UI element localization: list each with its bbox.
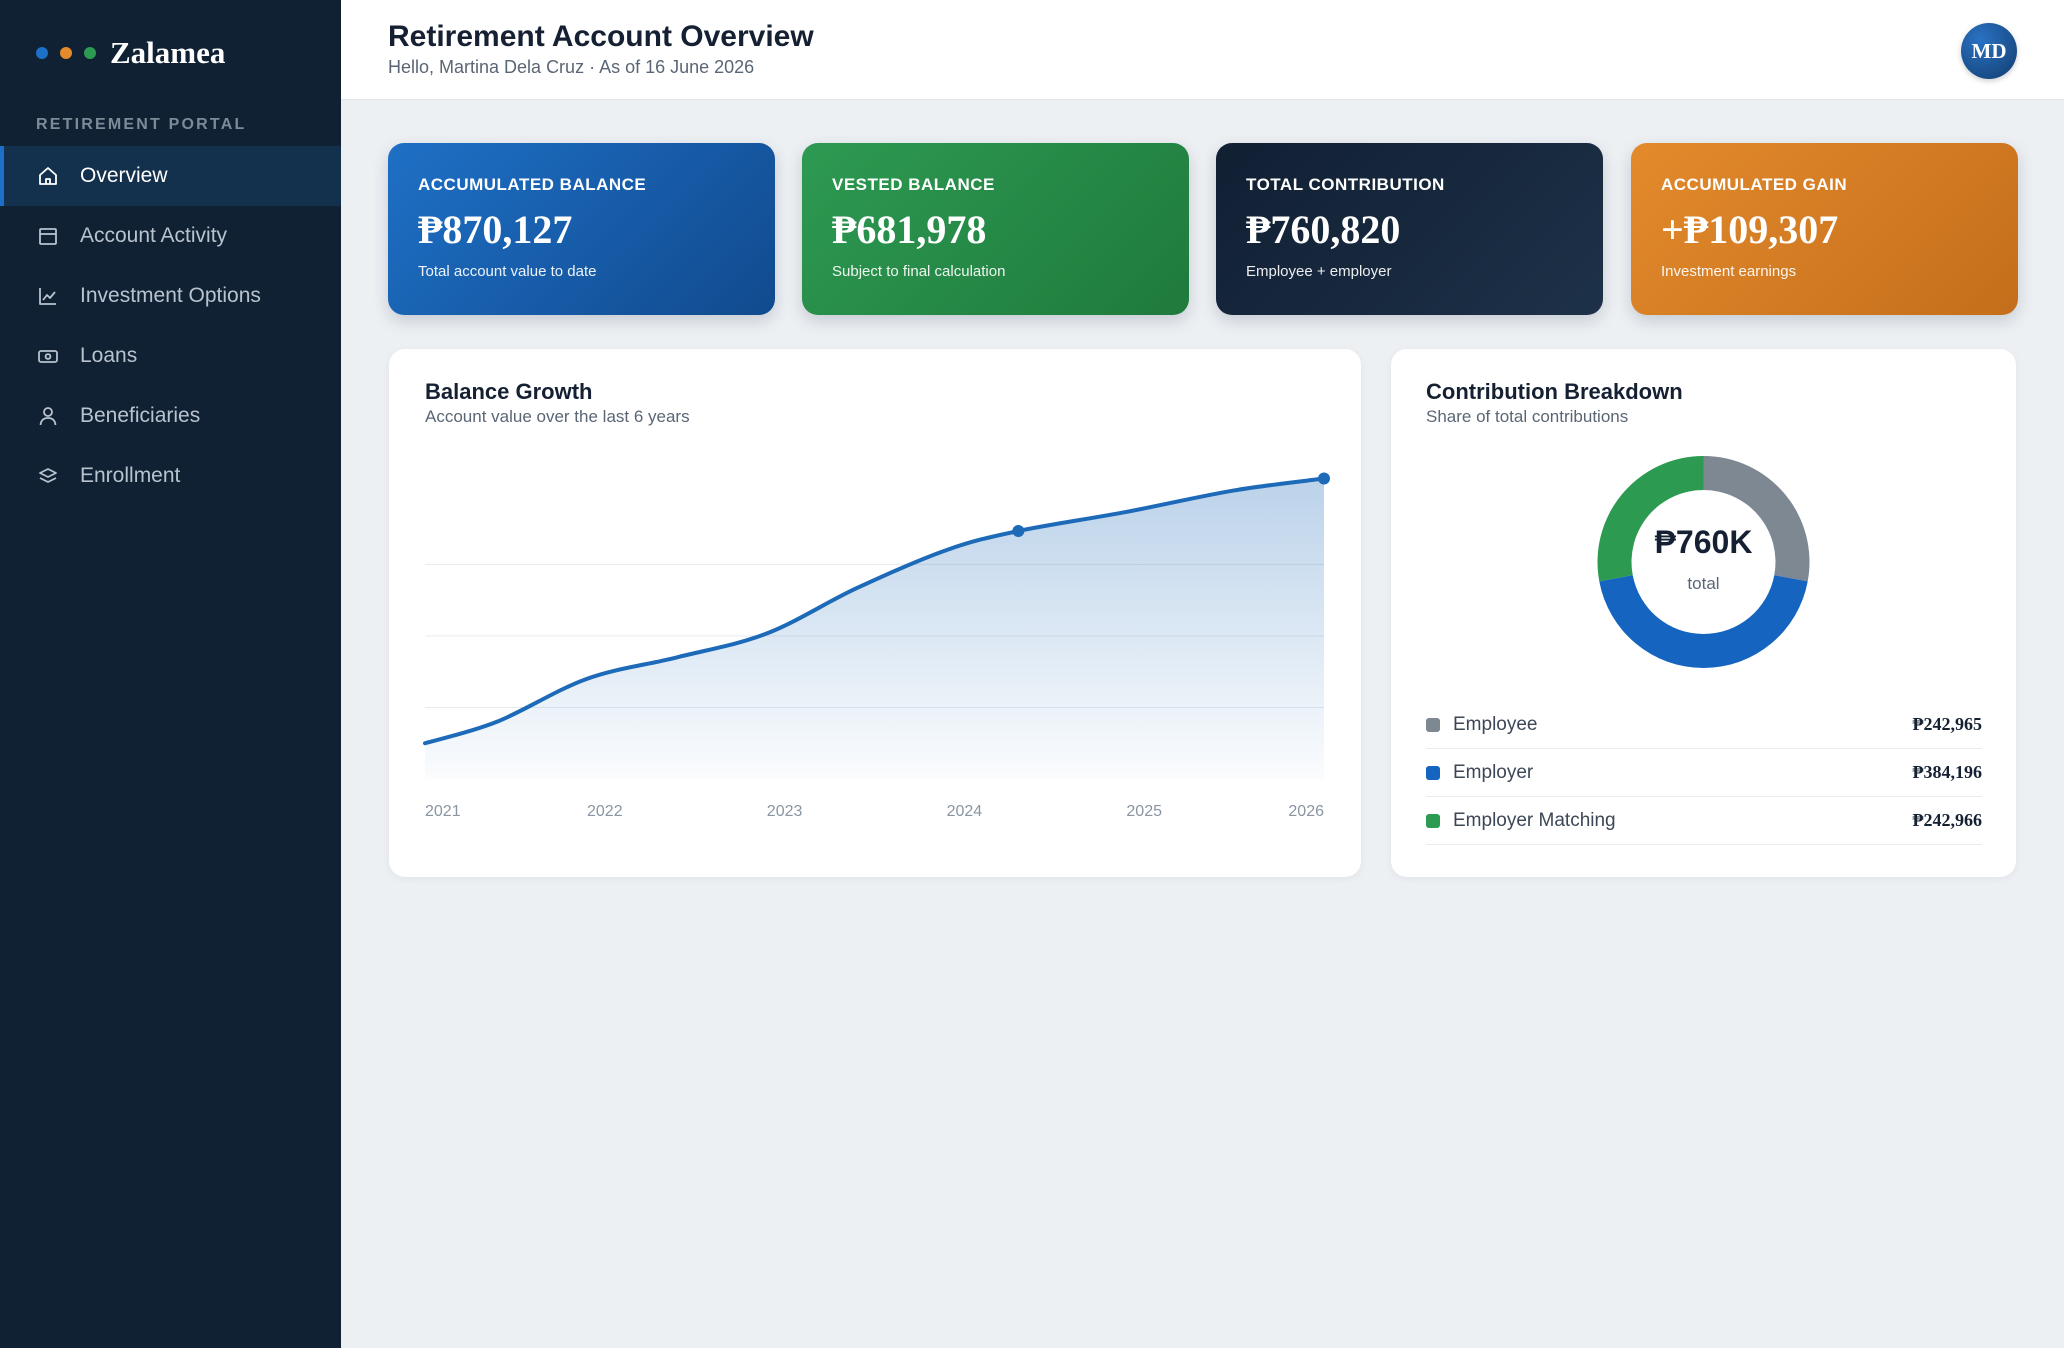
balance-growth-subtitle: Account value over the last 6 years bbox=[425, 407, 690, 426]
stat-card-value: ₱870,127 bbox=[418, 207, 573, 252]
legend-item-employer-matching: Employer Matching ₱242,966 bbox=[1426, 797, 1982, 845]
sidebar-item-label: Loans bbox=[80, 344, 138, 367]
balance-growth-chart: 2021 2022 2023 2024 2025 2026 bbox=[423, 472, 1330, 820]
sidebar-item-enrollment[interactable]: Enrollment bbox=[0, 446, 341, 506]
sidebar-item-label: Account Activity bbox=[80, 224, 228, 247]
growth-area-fill bbox=[425, 478, 1324, 779]
sidebar-item-label: Investment Options bbox=[80, 284, 261, 307]
brand-dot-blue bbox=[36, 47, 48, 59]
stat-card-caption: Employee + employer bbox=[1246, 263, 1392, 280]
legend-swatch bbox=[1426, 813, 1440, 828]
legend-item-employee: Employee ₱242,965 bbox=[1426, 701, 1982, 749]
stat-card-accumulated-gain[interactable]: ACCUMULATED GAIN +₱109,307 Investment ea… bbox=[1631, 143, 2018, 315]
stat-card-total-contribution[interactable]: TOTAL CONTRIBUTION ₱760,820 Employee + e… bbox=[1216, 143, 1603, 315]
contribution-donut-chart bbox=[1597, 456, 1810, 668]
layers-icon bbox=[39, 468, 57, 483]
legend-item-employer: Employer ₱384,196 bbox=[1426, 749, 1982, 797]
legend-label: Employer Matching bbox=[1453, 809, 1616, 831]
avatar[interactable]: MD bbox=[1961, 23, 2017, 79]
legend-swatch bbox=[1426, 717, 1440, 732]
sidebar-item-label: Beneficiaries bbox=[80, 404, 201, 427]
home-icon bbox=[39, 167, 57, 185]
legend-value: ₱242,965 bbox=[1912, 714, 1983, 734]
stat-card-vested-balance[interactable]: VESTED BALANCE ₱681,978 Subject to final… bbox=[802, 143, 1189, 315]
sidebar-item-beneficiaries[interactable]: Beneficiaries bbox=[0, 386, 341, 446]
sidebar-nav: Overview Account Activity Investment Opt… bbox=[0, 146, 341, 506]
cash-icon bbox=[38, 350, 58, 363]
brand-logo[interactable]: Zalamea bbox=[36, 32, 225, 74]
chart-line-icon bbox=[39, 288, 56, 305]
stat-card-caption: Total account value to date bbox=[418, 263, 597, 280]
stat-card-value: +₱109,307 bbox=[1661, 207, 1839, 252]
legend-label: Employee bbox=[1453, 713, 1538, 735]
stat-card-label: ACCUMULATED GAIN bbox=[1661, 175, 1848, 194]
x-axis-tick-label: 2025 bbox=[1126, 803, 1162, 820]
x-axis-tick-label: 2023 bbox=[767, 803, 803, 820]
sidebar-item-label: Overview bbox=[80, 164, 168, 187]
page-subtitle: Hello, Martina Dela Cruz · As of 16 June… bbox=[388, 57, 755, 77]
stat-card-label: ACCUMULATED BALANCE bbox=[418, 175, 647, 194]
donut-slice-employee[interactable] bbox=[1703, 456, 1810, 582]
brand-dot-orange bbox=[60, 47, 72, 59]
legend-swatch bbox=[1426, 765, 1440, 780]
balance-growth-title: Balance Growth bbox=[425, 379, 593, 404]
donut-slice-employer-matching[interactable] bbox=[1597, 456, 1704, 582]
sidebar-item-label: Enrollment bbox=[80, 464, 181, 487]
sidebar-item-loans[interactable]: Loans bbox=[0, 326, 341, 386]
sidebar-item-overview[interactable]: Overview bbox=[0, 146, 341, 206]
calendar-icon bbox=[39, 228, 57, 245]
growth-data-point[interactable] bbox=[1012, 525, 1025, 537]
legend-label: Employer bbox=[1453, 761, 1534, 783]
balance-growth-panel: 2021 2022 2023 2024 2025 2026 Balance Growth … bbox=[389, 349, 1361, 877]
stat-card-label: VESTED BALANCE bbox=[832, 175, 995, 194]
brand-name: Zalamea bbox=[110, 35, 226, 70]
x-axis-tick-label: 2022 bbox=[587, 803, 623, 820]
legend-value: ₱242,966 bbox=[1912, 810, 1983, 830]
page-title: Retirement Account Overview bbox=[388, 20, 814, 53]
sidebar-item-investment-options[interactable]: Investment Options bbox=[0, 266, 341, 326]
page-header: Retirement Account Overview Hello, Marti… bbox=[341, 0, 2064, 100]
donut-center-label: total bbox=[1687, 574, 1720, 593]
stat-card-value: ₱760,820 bbox=[1246, 207, 1401, 252]
brand-dot-green bbox=[84, 47, 96, 59]
stat-card-value: ₱681,978 bbox=[832, 207, 987, 252]
stat-card-caption: Investment earnings bbox=[1661, 263, 1797, 280]
legend-value: ₱384,196 bbox=[1912, 762, 1983, 782]
contribution-breakdown-panel: Contribution Breakdown Share of total co… bbox=[1391, 349, 2016, 877]
stat-card-accumulated-balance[interactable]: ACCUMULATED BALANCE ₱870,127 Total accou… bbox=[388, 143, 775, 315]
stat-card-label: TOTAL CONTRIBUTION bbox=[1246, 175, 1445, 194]
sidebar: Zalamea RETIREMENT PORTAL Overview Accou… bbox=[0, 0, 341, 1348]
sidebar-section-label: RETIREMENT PORTAL bbox=[36, 116, 247, 133]
sidebar-item-account-activity[interactable]: Account Activity bbox=[0, 206, 341, 266]
x-axis-tick-label: 2024 bbox=[947, 803, 983, 820]
growth-data-point[interactable] bbox=[1318, 472, 1330, 485]
x-axis-tick-label: 2026 bbox=[1288, 803, 1324, 820]
stat-card-caption: Subject to final calculation bbox=[832, 263, 1006, 280]
donut-center-value: ₱760K bbox=[1654, 524, 1753, 560]
contribution-legend: Employee ₱242,965 Employer ₱384,196 Empl… bbox=[1426, 701, 1982, 845]
user-icon bbox=[39, 407, 57, 426]
x-axis-tick-label: 2021 bbox=[425, 803, 461, 820]
